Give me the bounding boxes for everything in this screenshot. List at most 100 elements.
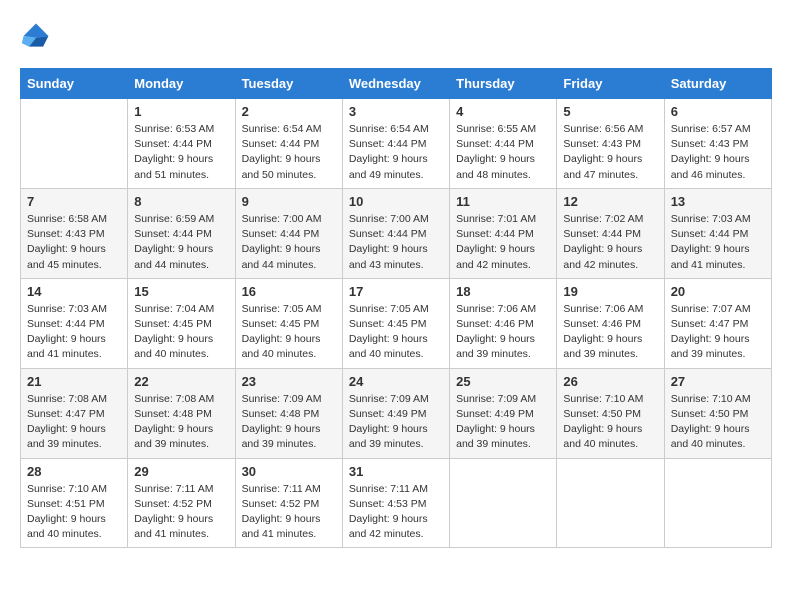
calendar-table: SundayMondayTuesdayWednesdayThursdayFrid… [20, 68, 772, 548]
day-number: 30 [242, 464, 336, 479]
calendar-day-cell: 8 Sunrise: 6:59 AMSunset: 4:44 PMDaylight… [128, 188, 235, 278]
day-number: 2 [242, 104, 336, 119]
calendar-day-cell: 10 Sunrise: 7:00 AMSunset: 4:44 PMDayligh… [342, 188, 449, 278]
calendar-weekday-sunday: Sunday [21, 69, 128, 99]
day-number: 10 [349, 194, 443, 209]
calendar-day-cell: 7Sunrise: 6:58 AMSunset: 4:43 PMDaylight… [21, 188, 128, 278]
day-info: Sunrise: 7:10 AMSunset: 4:50 PMDaylight:… [671, 392, 765, 453]
calendar-day-cell: 21 Sunrise: 7:08 AMSunset: 4:47 PMDayligh… [21, 368, 128, 458]
calendar-day-cell: 5 Sunrise: 6:56 AMSunset: 4:43 PMDaylight… [557, 99, 664, 189]
calendar-day-cell: 1 Sunrise: 6:53 AMSunset: 4:44 PMDaylight… [128, 99, 235, 189]
day-info: Sunrise: 6:55 AMSunset: 4:44 PMDaylight:… [456, 122, 550, 183]
calendar-day-cell: 22Sunrise: 7:08 AMSunset: 4:48 PMDayligh… [128, 368, 235, 458]
day-info: Sunrise: 6:58 AMSunset: 4:43 PMDaylight:… [27, 212, 121, 273]
calendar-week-row: 1 Sunrise: 6:53 AMSunset: 4:44 PMDaylight… [21, 99, 772, 189]
day-number: 6 [671, 104, 765, 119]
header-row: SundayMondayTuesdayWednesdayThursdayFrid… [21, 69, 772, 99]
calendar-week-row: 7Sunrise: 6:58 AMSunset: 4:43 PMDaylight… [21, 188, 772, 278]
day-number: 15 [134, 284, 228, 299]
calendar-day-cell: 6 Sunrise: 6:57 AMSunset: 4:43 PMDaylight… [664, 99, 771, 189]
day-number: 4 [456, 104, 550, 119]
logo-icon [20, 20, 52, 52]
calendar-day-cell: 16 Sunrise: 7:05 AMSunset: 4:45 PMDayligh… [235, 278, 342, 368]
calendar-day-cell: 30 Sunrise: 7:11 AMSunset: 4:52 PMDayligh… [235, 458, 342, 548]
day-info: Sunrise: 7:03 AMSunset: 4:44 PMDaylight:… [27, 302, 121, 363]
day-info: Sunrise: 7:09 AMSunset: 4:49 PMDaylight:… [349, 392, 443, 453]
day-number: 26 [563, 374, 657, 389]
day-number: 27 [671, 374, 765, 389]
calendar-day-cell: 4 Sunrise: 6:55 AMSunset: 4:44 PMDaylight… [450, 99, 557, 189]
calendar-day-cell: 15 Sunrise: 7:04 AMSunset: 4:45 PMDayligh… [128, 278, 235, 368]
day-number: 8 [134, 194, 228, 209]
day-info: Sunrise: 6:56 AMSunset: 4:43 PMDaylight:… [563, 122, 657, 183]
day-number: 18 [456, 284, 550, 299]
day-info: Sunrise: 7:10 AMSunset: 4:50 PMDaylight:… [563, 392, 657, 453]
day-number: 3 [349, 104, 443, 119]
day-info: Sunrise: 7:08 AMSunset: 4:48 PMDaylight:… [134, 392, 228, 453]
calendar-day-cell: 19 Sunrise: 7:06 AMSunset: 4:46 PMDayligh… [557, 278, 664, 368]
page-header [20, 20, 772, 52]
calendar-weekday-saturday: Saturday [664, 69, 771, 99]
calendar-day-cell [21, 99, 128, 189]
day-info: Sunrise: 6:59 AMSunset: 4:44 PMDaylight:… [134, 212, 228, 273]
day-number: 12 [563, 194, 657, 209]
calendar-weekday-friday: Friday [557, 69, 664, 99]
day-info: Sunrise: 7:06 AMSunset: 4:46 PMDaylight:… [563, 302, 657, 363]
day-info: Sunrise: 7:01 AMSunset: 4:44 PMDaylight:… [456, 212, 550, 273]
day-number: 20 [671, 284, 765, 299]
day-number: 17 [349, 284, 443, 299]
calendar-day-cell: 11Sunrise: 7:01 AMSunset: 4:44 PMDayligh… [450, 188, 557, 278]
day-info: Sunrise: 7:00 AMSunset: 4:44 PMDaylight:… [349, 212, 443, 273]
calendar-weekday-monday: Monday [128, 69, 235, 99]
day-info: Sunrise: 6:53 AMSunset: 4:44 PMDaylight:… [134, 122, 228, 183]
calendar-weekday-wednesday: Wednesday [342, 69, 449, 99]
calendar-day-cell [450, 458, 557, 548]
day-number: 24 [349, 374, 443, 389]
calendar-day-cell: 26 Sunrise: 7:10 AMSunset: 4:50 PMDayligh… [557, 368, 664, 458]
calendar-day-cell: 13Sunrise: 7:03 AMSunset: 4:44 PMDayligh… [664, 188, 771, 278]
day-info: Sunrise: 7:05 AMSunset: 4:45 PMDaylight:… [349, 302, 443, 363]
calendar-day-cell [664, 458, 771, 548]
day-number: 16 [242, 284, 336, 299]
calendar-week-row: 28 Sunrise: 7:10 AMSunset: 4:51 PMDayligh… [21, 458, 772, 548]
calendar-day-cell: 14 Sunrise: 7:03 AMSunset: 4:44 PMDayligh… [21, 278, 128, 368]
day-info: Sunrise: 6:57 AMSunset: 4:43 PMDaylight:… [671, 122, 765, 183]
calendar-day-cell: 23Sunrise: 7:09 AMSunset: 4:48 PMDayligh… [235, 368, 342, 458]
calendar-day-cell: 20 Sunrise: 7:07 AMSunset: 4:47 PMDayligh… [664, 278, 771, 368]
day-number: 19 [563, 284, 657, 299]
calendar-day-cell: 28 Sunrise: 7:10 AMSunset: 4:51 PMDayligh… [21, 458, 128, 548]
day-number: 5 [563, 104, 657, 119]
day-info: Sunrise: 7:04 AMSunset: 4:45 PMDaylight:… [134, 302, 228, 363]
day-info: Sunrise: 7:07 AMSunset: 4:47 PMDaylight:… [671, 302, 765, 363]
day-number: 1 [134, 104, 228, 119]
calendar-day-cell: 24 Sunrise: 7:09 AMSunset: 4:49 PMDayligh… [342, 368, 449, 458]
day-number: 13 [671, 194, 765, 209]
calendar-day-cell: 31Sunrise: 7:11 AMSunset: 4:53 PMDayligh… [342, 458, 449, 548]
day-info: Sunrise: 7:05 AMSunset: 4:45 PMDaylight:… [242, 302, 336, 363]
calendar-body: 1 Sunrise: 6:53 AMSunset: 4:44 PMDaylight… [21, 99, 772, 548]
calendar-day-cell: 3 Sunrise: 6:54 AMSunset: 4:44 PMDaylight… [342, 99, 449, 189]
day-info: Sunrise: 6:54 AMSunset: 4:44 PMDaylight:… [349, 122, 443, 183]
day-info: Sunrise: 6:54 AMSunset: 4:44 PMDaylight:… [242, 122, 336, 183]
calendar-day-cell [557, 458, 664, 548]
day-info: Sunrise: 7:10 AMSunset: 4:51 PMDaylight:… [27, 482, 121, 543]
day-number: 23 [242, 374, 336, 389]
day-info: Sunrise: 7:00 AMSunset: 4:44 PMDaylight:… [242, 212, 336, 273]
day-info: Sunrise: 7:06 AMSunset: 4:46 PMDaylight:… [456, 302, 550, 363]
calendar-day-cell: 12 Sunrise: 7:02 AMSunset: 4:44 PMDayligh… [557, 188, 664, 278]
day-info: Sunrise: 7:09 AMSunset: 4:49 PMDaylight:… [456, 392, 550, 453]
calendar-day-cell: 2 Sunrise: 6:54 AMSunset: 4:44 PMDaylight… [235, 99, 342, 189]
calendar-week-row: 21 Sunrise: 7:08 AMSunset: 4:47 PMDayligh… [21, 368, 772, 458]
day-info: Sunrise: 7:02 AMSunset: 4:44 PMDaylight:… [563, 212, 657, 273]
day-number: 31 [349, 464, 443, 479]
day-info: Sunrise: 7:08 AMSunset: 4:47 PMDaylight:… [27, 392, 121, 453]
calendar-day-cell: 25 Sunrise: 7:09 AMSunset: 4:49 PMDayligh… [450, 368, 557, 458]
logo [20, 20, 56, 52]
calendar-day-cell: 17 Sunrise: 7:05 AMSunset: 4:45 PMDayligh… [342, 278, 449, 368]
day-info: Sunrise: 7:11 AMSunset: 4:52 PMDaylight:… [242, 482, 336, 543]
calendar-weekday-thursday: Thursday [450, 69, 557, 99]
day-number: 14 [27, 284, 121, 299]
day-number: 21 [27, 374, 121, 389]
day-number: 25 [456, 374, 550, 389]
day-number: 28 [27, 464, 121, 479]
